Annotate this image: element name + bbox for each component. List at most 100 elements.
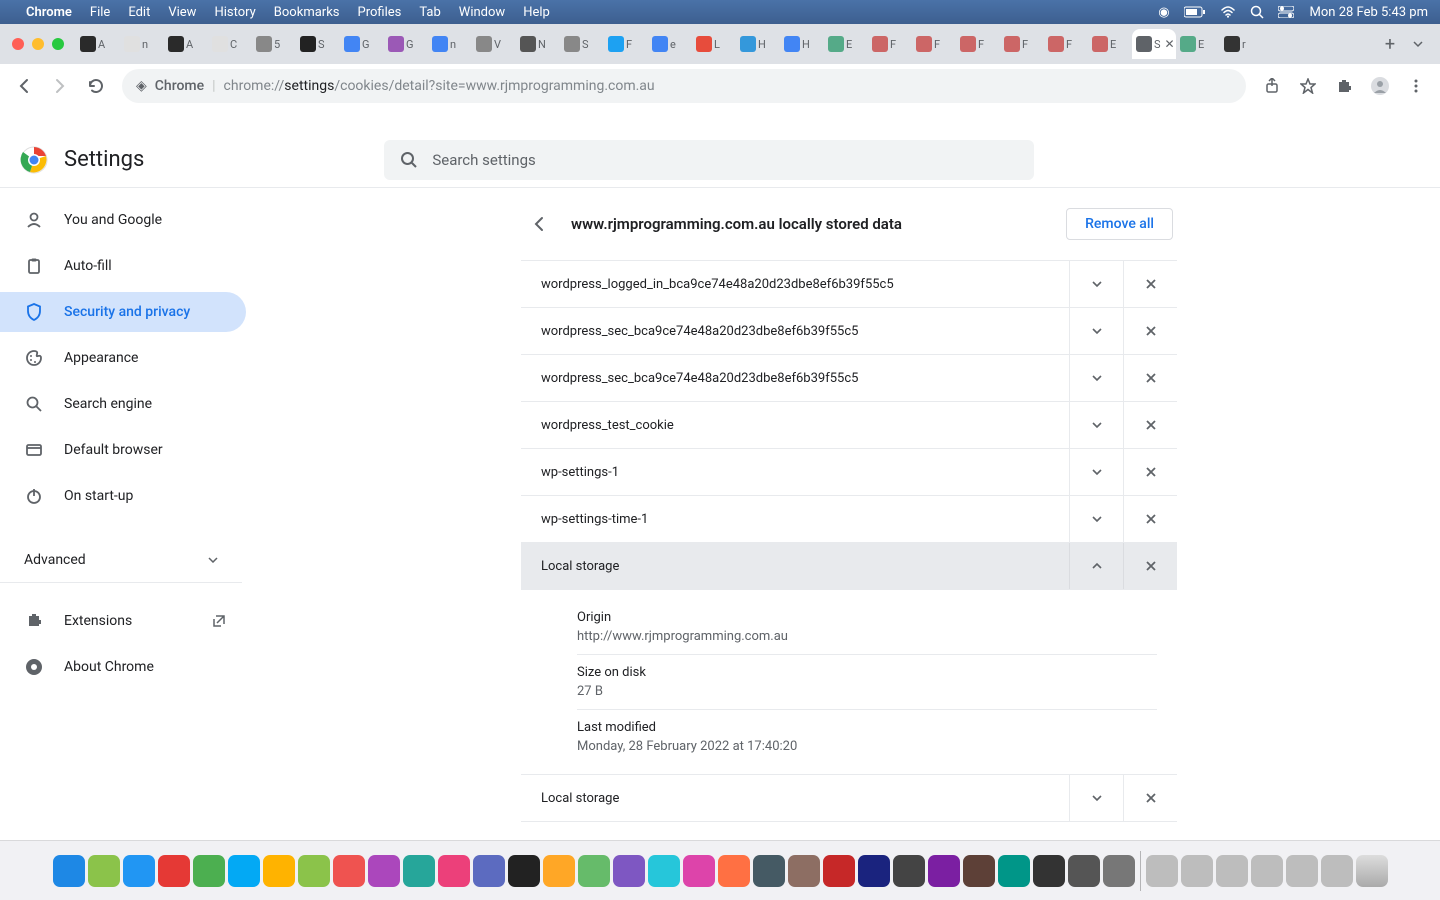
tab[interactable]: E [824,29,868,59]
tab[interactable]: V [472,29,516,59]
tab[interactable]: S [296,29,340,59]
menu-edit[interactable]: Edit [128,5,150,20]
tab[interactable]: H [736,29,780,59]
remove-cookie-button[interactable] [1123,308,1177,354]
reload-button[interactable] [80,70,112,102]
dock-app-icon[interactable] [613,855,645,887]
back-button[interactable] [8,70,40,102]
dock-app-icon[interactable] [858,855,890,887]
dock-app-icon[interactable] [998,855,1030,887]
expand-button[interactable] [1069,355,1123,401]
dock-app-icon[interactable] [333,855,365,887]
extensions-button[interactable] [1328,70,1360,102]
address-bar[interactable]: ◈ Chrome | chrome://settings/cookies/det… [122,69,1246,103]
battery-icon[interactable] [1184,6,1206,18]
dock-app-icon[interactable] [53,855,85,887]
dock-app-icon[interactable] [1103,855,1135,887]
cookie-row[interactable]: wp-settings-time-1 [521,496,1177,543]
remove-cookie-button[interactable] [1123,775,1177,821]
menu-history[interactable]: History [214,5,255,20]
dock-app-icon[interactable] [1033,855,1065,887]
sidebar-item-window[interactable]: Default browser [0,430,246,470]
cookie-row[interactable]: wordpress_test_cookie [521,402,1177,449]
remove-cookie-button[interactable] [1123,449,1177,495]
dock-app-icon[interactable] [788,855,820,887]
tab[interactable]: n [120,29,164,59]
close-tab-icon[interactable]: ✕ [1165,37,1175,51]
dock-stack-icon[interactable] [1251,855,1283,887]
dock-app-icon[interactable] [928,855,960,887]
dock-app-icon[interactable] [473,855,505,887]
cookie-row[interactable]: Local storage [521,775,1177,822]
wifi-icon[interactable] [1220,6,1236,18]
menu-view[interactable]: View [168,5,196,20]
menu-file[interactable]: File [90,5,110,20]
cookie-row[interactable]: Local storage [521,543,1177,590]
spotlight-icon[interactable] [1250,5,1264,19]
expand-button[interactable] [1069,402,1123,448]
sidebar-item-clipboard[interactable]: Auto-fill [0,246,246,286]
dock-app-icon[interactable] [718,855,750,887]
tab[interactable]: A [164,29,208,59]
new-tab-button[interactable]: + [1376,30,1404,58]
dock-app-icon[interactable] [403,855,435,887]
share-button[interactable] [1256,70,1288,102]
sidebar-item-search[interactable]: Search engine [0,384,246,424]
tab[interactable]: n [428,29,472,59]
tab[interactable]: L [692,29,736,59]
tab[interactable]: F [868,29,912,59]
clock[interactable]: Mon 28 Feb 5:43 pm [1310,5,1428,20]
expand-button[interactable] [1069,449,1123,495]
tab[interactable]: E [1088,29,1132,59]
sidebar-item-person[interactable]: You and Google [0,200,246,240]
dock-app-icon[interactable] [298,855,330,887]
tab[interactable]: A [76,29,120,59]
dock-app-icon[interactable] [823,855,855,887]
tab[interactable]: C [208,29,252,59]
zoom-window-button[interactable] [52,38,64,50]
tab[interactable]: F [1044,29,1088,59]
dock-stack-icon[interactable] [1181,855,1213,887]
sidebar-advanced[interactable]: Advanced [0,538,242,583]
tab[interactable]: r [1220,29,1264,59]
expand-button[interactable] [1069,308,1123,354]
dock-stack-icon[interactable] [1321,855,1353,887]
close-window-button[interactable] [12,38,24,50]
remove-cookie-button[interactable] [1123,496,1177,542]
dock-app-icon[interactable] [263,855,295,887]
tab[interactable]: S [560,29,604,59]
trash-icon[interactable] [1356,855,1388,887]
tab[interactable]: N [516,29,560,59]
cookie-row[interactable]: wordpress_sec_bca9ce74e48a20d23dbe8ef6b3… [521,355,1177,402]
forward-button[interactable] [44,70,76,102]
dock-app-icon[interactable] [438,855,470,887]
dock-app-icon[interactable] [88,855,120,887]
content-back-button[interactable] [525,210,553,238]
menu-help[interactable]: Help [523,5,550,20]
sidebar-item-power[interactable]: On start-up [0,476,246,516]
dock-app-icon[interactable] [648,855,680,887]
collapse-button[interactable] [1069,543,1123,589]
tab[interactable]: E [1176,29,1220,59]
tab[interactable]: F [1000,29,1044,59]
tab[interactable]: G [340,29,384,59]
menu-tab[interactable]: Tab [419,5,440,20]
remove-cookie-button[interactable] [1123,402,1177,448]
dock-app-icon[interactable] [753,855,785,887]
sidebar-extensions[interactable]: Extensions [0,601,246,641]
cookie-row[interactable]: wordpress_logged_in_bca9ce74e48a20d23dbe… [521,261,1177,308]
control-center-icon[interactable] [1278,6,1294,18]
dock-stack-icon[interactable] [1146,855,1178,887]
remove-cookie-button[interactable] [1123,543,1177,589]
tab[interactable]: H [780,29,824,59]
expand-button[interactable] [1069,261,1123,307]
dock-app-icon[interactable] [158,855,190,887]
dock-app-icon[interactable] [578,855,610,887]
menu-bookmarks[interactable]: Bookmarks [274,5,340,20]
dock-app-icon[interactable] [193,855,225,887]
sidebar-item-palette[interactable]: Appearance [0,338,246,378]
chrome-menu-button[interactable] [1400,70,1432,102]
dock-stack-icon[interactable] [1286,855,1318,887]
menu-profiles[interactable]: Profiles [358,5,402,20]
bookmark-button[interactable] [1292,70,1324,102]
